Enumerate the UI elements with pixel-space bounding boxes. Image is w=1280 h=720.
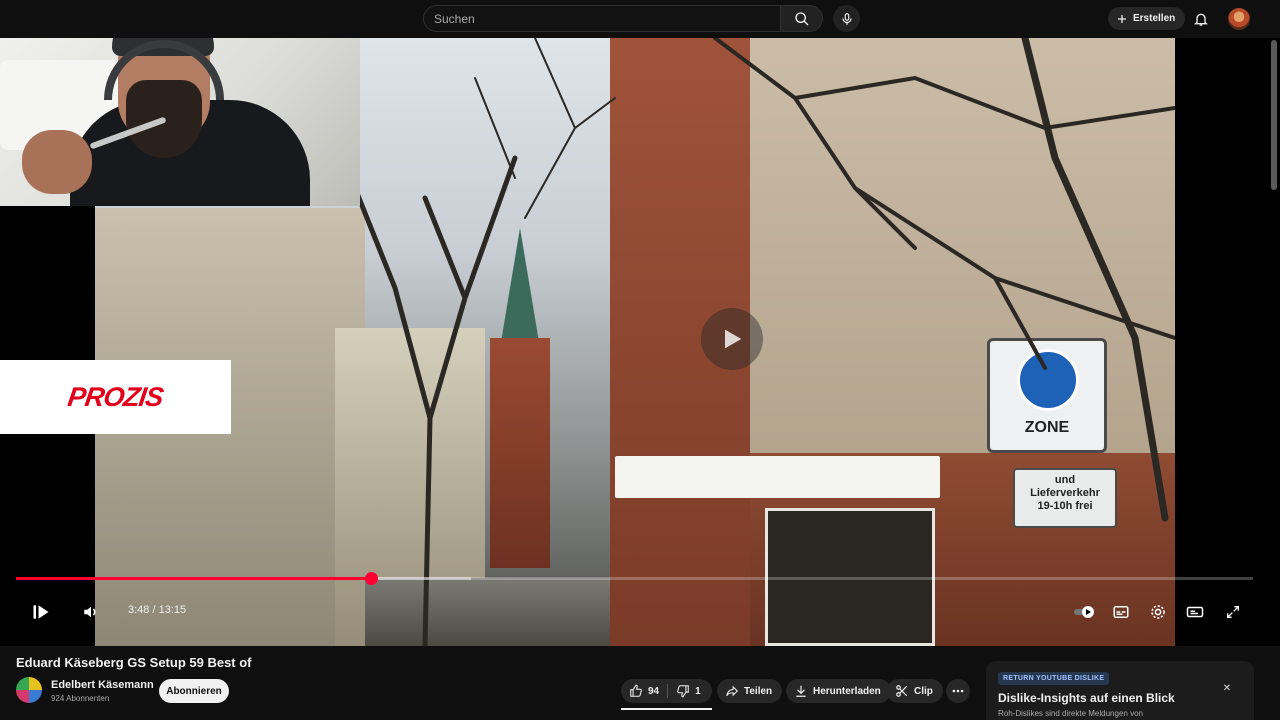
thumbs-down-icon (677, 685, 689, 698)
fullscreen-button[interactable] (1220, 600, 1246, 624)
download-icon (796, 685, 806, 697)
share-icon (726, 685, 738, 697)
bell-icon (1194, 13, 1208, 26)
mute-button[interactable] (78, 600, 104, 624)
account-avatar[interactable] (1228, 8, 1250, 30)
current-time: 3:48 (128, 604, 150, 616)
subscribe-button[interactable]: Abonnieren (159, 679, 229, 703)
subtitles-button[interactable] (1108, 600, 1134, 624)
clip-button[interactable]: Clip (887, 679, 943, 703)
play-icon (725, 329, 742, 349)
ryd-info-card: RETURN YOUTUBE DISLIKE Dislike-Insights … (986, 661, 1254, 720)
play-icon (33, 605, 49, 619)
share-label: Teilen (744, 685, 773, 697)
autoplay-toggle[interactable] (1072, 600, 1098, 624)
top-bar: Erstellen (0, 0, 1280, 38)
fullscreen-icon (1227, 606, 1239, 618)
channel-avatar[interactable] (16, 677, 42, 703)
time-display: 3:48 / 13:15 (128, 604, 187, 616)
theater-icon (1186, 606, 1204, 618)
progress-played (16, 577, 372, 580)
create-label: Erstellen (1133, 13, 1176, 24)
settings-button[interactable] (1145, 600, 1171, 624)
thumbs-up-icon (630, 684, 642, 697)
notifications-button[interactable] (1190, 8, 1212, 30)
page-scrollbar[interactable] (1271, 40, 1277, 190)
search-input[interactable] (434, 11, 780, 26)
play-button[interactable] (28, 600, 54, 624)
search-box[interactable] (423, 5, 781, 32)
microphone-icon (841, 12, 852, 25)
progress-scrubber[interactable] (365, 572, 379, 585)
dislike-button[interactable]: 1 (668, 679, 709, 703)
theater-mode-button[interactable] (1182, 600, 1208, 624)
video-player[interactable]: ZONE und Lieferverkehr 19-10h frei PROZI… (0, 38, 1280, 646)
video-title: Eduard Käseberg GS Setup 59 Best of (16, 655, 252, 670)
like-count: 94 (648, 685, 660, 697)
autoplay-icon (1074, 606, 1094, 618)
gear-icon (1151, 605, 1165, 619)
ryd-subtitle: Roh-Dislikes sind direkte Meldungen von (998, 709, 1143, 718)
duration: 13:15 (158, 604, 187, 616)
youtube-watch-page: Erstellen ZONE und Lieferverkehr (0, 0, 1280, 720)
webcam-overlay (0, 38, 360, 206)
plus-icon (1118, 14, 1126, 23)
more-horizontal-icon (952, 689, 964, 693)
more-actions-button[interactable] (946, 679, 970, 703)
subtitles-icon (1113, 606, 1129, 618)
subscriber-count: 924 Abonnenten (51, 694, 110, 703)
search-icon (794, 11, 808, 25)
search-button[interactable] (781, 5, 823, 32)
create-button[interactable]: Erstellen (1108, 7, 1186, 30)
progress-bar[interactable] (16, 572, 1253, 585)
download-button[interactable]: Herunterladen (786, 679, 891, 703)
like-button[interactable]: 94 (621, 679, 667, 703)
ryd-ratio-bar (621, 708, 712, 710)
like-dislike-group: 94 1 (621, 679, 712, 703)
clip-label: Clip (914, 685, 933, 697)
sponsor-logo: PROZIS (0, 360, 231, 434)
volume-icon (84, 606, 96, 618)
dislike-count: 1 (695, 685, 701, 697)
sponsor-logo-text: PROZIS (66, 381, 165, 412)
download-label: Herunterladen (813, 685, 881, 697)
scissors-icon (896, 685, 908, 697)
close-icon[interactable]: ✕ (1220, 681, 1234, 695)
voice-search-button[interactable] (833, 5, 860, 32)
share-button[interactable]: Teilen (717, 679, 783, 703)
center-play-overlay[interactable] (701, 308, 763, 370)
ryd-title: Dislike-Insights auf einen Blick (998, 691, 1175, 705)
ryd-badge: RETURN YOUTUBE DISLIKE (998, 672, 1110, 685)
channel-name[interactable]: Edelbert Käsemann (51, 679, 154, 691)
